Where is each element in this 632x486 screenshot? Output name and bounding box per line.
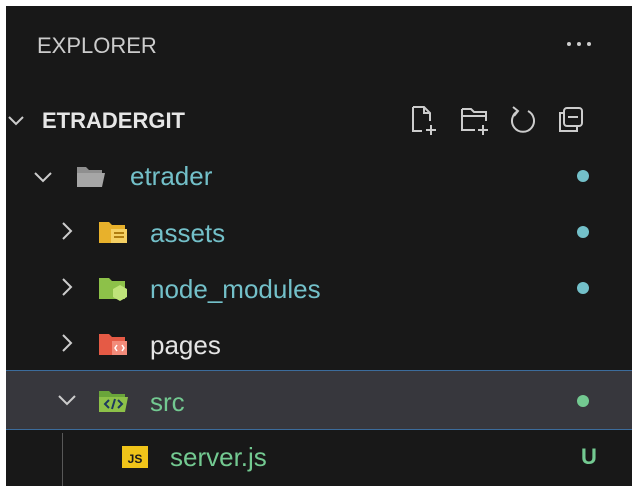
modified-dot bbox=[577, 282, 589, 294]
tree-item-node-modules[interactable]: node_modules bbox=[6, 262, 632, 315]
untracked-dot bbox=[577, 395, 589, 407]
chevron-right-icon bbox=[62, 222, 73, 240]
tree-item-label: node_modules bbox=[150, 274, 321, 304]
tree-item-pages[interactable]: pages bbox=[6, 318, 632, 371]
chevron-down-icon bbox=[58, 395, 76, 406]
tree-item-label: src bbox=[150, 387, 185, 417]
new-folder-icon[interactable] bbox=[458, 103, 492, 137]
tree-item-server-js[interactable]: JS server.js U bbox=[6, 430, 632, 483]
tree-item-assets[interactable]: assets bbox=[6, 206, 632, 259]
folder-src-icon bbox=[99, 391, 128, 412]
explorer-header: EXPLORER bbox=[6, 6, 632, 92]
tree-item-label: pages bbox=[150, 330, 221, 360]
chevron-down-icon bbox=[8, 116, 24, 126]
chevron-down-icon bbox=[34, 172, 52, 183]
chevron-right-icon bbox=[62, 334, 73, 352]
new-file-icon[interactable] bbox=[406, 103, 440, 137]
tree-item-label: assets bbox=[150, 218, 226, 248]
collapse-all-icon[interactable] bbox=[554, 103, 588, 137]
tree-item-etrader[interactable]: etrader bbox=[6, 150, 632, 203]
untracked-badge: U bbox=[581, 444, 597, 469]
tree-item-src[interactable]: src bbox=[6, 370, 632, 430]
explorer-panel: EXPLORER ETRADERGIT etrader assets node_… bbox=[6, 6, 632, 486]
javascript-file-icon: JS bbox=[122, 446, 148, 468]
modified-dot bbox=[577, 170, 589, 182]
folder-assets-icon bbox=[99, 222, 127, 243]
tree-item-label: etrader bbox=[130, 161, 213, 191]
svg-text:JS: JS bbox=[128, 452, 143, 466]
chevron-right-icon bbox=[62, 278, 73, 296]
explorer-title: EXPLORER bbox=[37, 33, 157, 58]
tree-item-label: server.js bbox=[170, 442, 267, 472]
modified-dot bbox=[577, 226, 589, 238]
folder-open-icon bbox=[77, 167, 105, 187]
folder-pages-icon bbox=[99, 334, 127, 355]
refresh-icon[interactable] bbox=[506, 103, 540, 137]
workspace-section-header[interactable]: ETRADERGIT bbox=[6, 95, 632, 145]
ellipsis-icon[interactable] bbox=[554, 28, 604, 60]
workspace-title: ETRADERGIT bbox=[42, 108, 185, 133]
folder-node-icon bbox=[99, 278, 127, 301]
